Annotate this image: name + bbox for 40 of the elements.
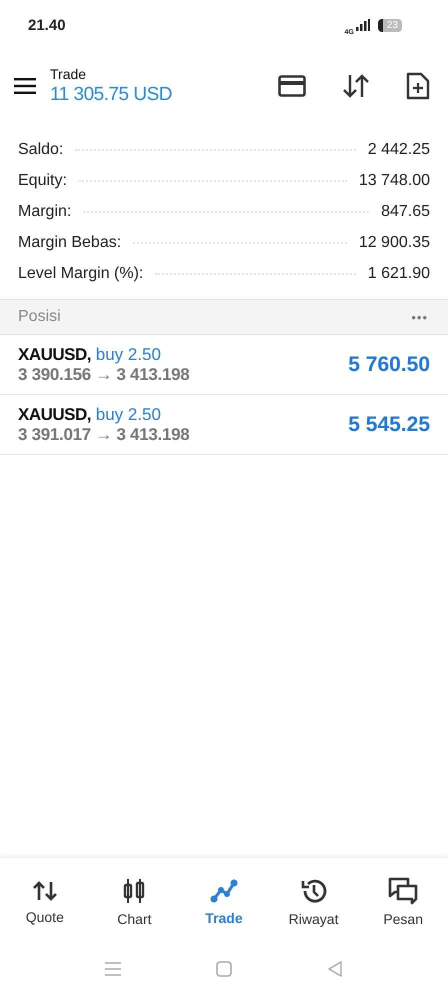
position-side: buy 2.50 xyxy=(96,344,161,364)
more-button[interactable]: ••• xyxy=(411,310,428,324)
nav-tab[interactable]: Quote xyxy=(0,858,90,946)
screen-title: Trade xyxy=(50,66,88,82)
summary-value: 847.65 xyxy=(381,202,430,220)
line-chart-icon xyxy=(210,878,238,904)
status-time: 21.40 xyxy=(28,16,66,34)
section-title: Posisi xyxy=(18,308,61,326)
summary-value: 12 900.35 xyxy=(358,234,430,252)
account-balance: 11 305.75 USD xyxy=(50,84,174,106)
position-prices: 3 391.017 → 3 413.198 xyxy=(18,424,190,444)
position-side: buy 2.50 xyxy=(96,404,161,424)
nav-tab[interactable]: Trade xyxy=(179,858,269,946)
summary-label: Margin: xyxy=(18,202,72,220)
nav-tab[interactable]: Riwayat xyxy=(268,858,358,946)
new-document-icon[interactable] xyxy=(406,72,430,100)
card-icon[interactable] xyxy=(278,75,306,97)
position-row[interactable]: XAUUSD, buy 2.50 3 391.017 → 3 413.198 5 545.25 xyxy=(0,395,448,455)
signal-icon xyxy=(356,19,370,31)
summary-label: Saldo: xyxy=(18,140,64,158)
summary-label: Margin Bebas: xyxy=(18,234,122,252)
position-prices: 3 390.156 → 3 413.198 xyxy=(18,364,190,384)
sort-arrows-icon[interactable] xyxy=(341,73,371,99)
arrows-icon xyxy=(32,879,58,903)
position-symbol: XAUUSD, xyxy=(18,344,92,364)
nav-tab[interactable]: Pesan xyxy=(358,858,448,946)
menu-icon[interactable] xyxy=(14,78,36,94)
summary-value: 2 442.25 xyxy=(368,140,430,158)
summary-value: 1 621.90 xyxy=(368,264,430,282)
position-profit: 5 760.50 xyxy=(348,352,430,376)
history-icon xyxy=(300,877,328,905)
position-symbol: XAUUSD, xyxy=(18,404,92,424)
position-row[interactable]: XAUUSD, buy 2.50 3 390.156 → 3 413.198 5 760.50 xyxy=(0,335,448,395)
battery-indicator: 23 xyxy=(378,18,402,32)
summary-value: 13 748.00 xyxy=(358,172,430,190)
nav-tab[interactable]: Chart xyxy=(90,858,180,946)
summary-label: Equity: xyxy=(18,172,67,190)
position-profit: 5 545.25 xyxy=(348,412,430,436)
chat-icon xyxy=(388,877,418,905)
summary-label: Level Margin (%): xyxy=(18,264,144,282)
